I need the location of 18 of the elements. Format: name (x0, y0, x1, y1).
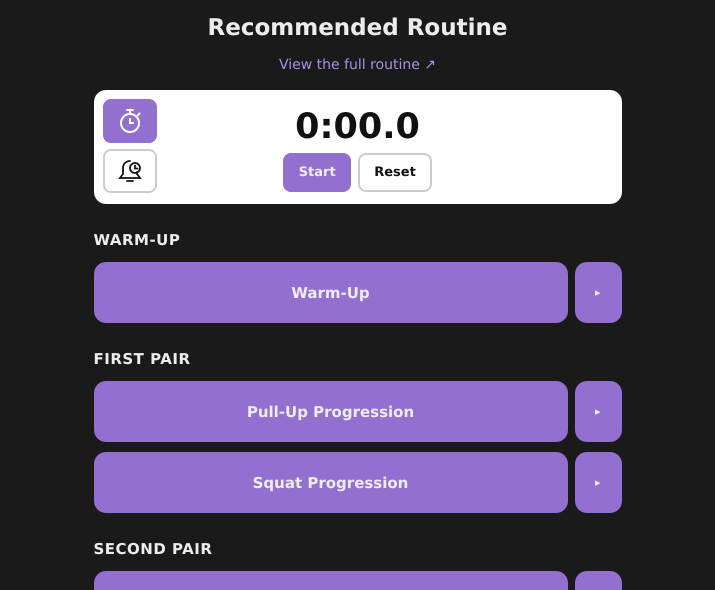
stopwatch-icon (118, 108, 142, 134)
section-heading: FIRST PAIR (94, 349, 192, 369)
reset-button[interactable]: Reset (358, 153, 432, 192)
alarm-button[interactable] (102, 149, 156, 193)
exercise-button[interactable]: Pull-Up Progression (94, 381, 568, 442)
section-heading: WARM-UP (94, 230, 182, 250)
full-routine-link[interactable]: View the full routine ↗ (278, 57, 436, 73)
page-title: Recommended Routine (206, 14, 508, 43)
start-button[interactable]: Start (283, 153, 352, 192)
play-button[interactable]: ▸ (574, 452, 622, 513)
exercise-button[interactable]: Squat Progression (94, 452, 568, 513)
timer-display: 0:00.0 (295, 106, 420, 149)
bell-clock-icon (116, 157, 144, 185)
stopwatch-button[interactable] (102, 99, 156, 143)
play-button[interactable]: ▸ (574, 262, 622, 323)
section-heading: SECOND PAIR (94, 539, 214, 559)
play-button[interactable]: ▸ (574, 381, 622, 442)
exercise-button[interactable]: Warm-Up (94, 262, 568, 323)
